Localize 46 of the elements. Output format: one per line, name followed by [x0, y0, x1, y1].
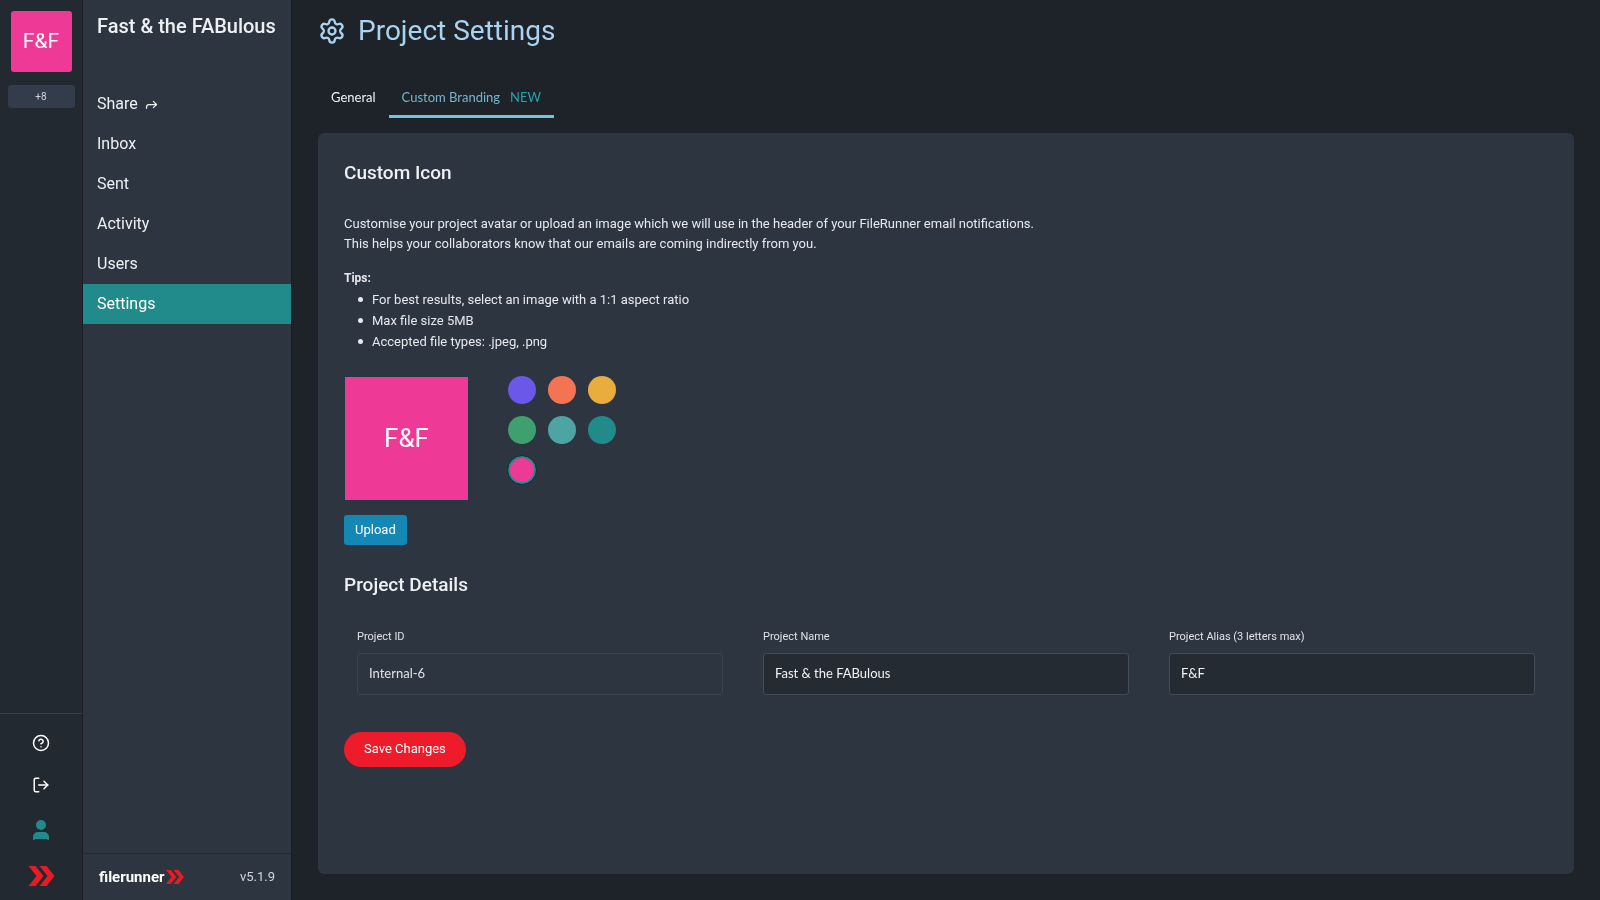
- color-swatch[interactable]: [588, 375, 616, 404]
- more-projects-button[interactable]: +8: [7, 85, 75, 108]
- input-field[interactable]: F&F: [1169, 652, 1535, 695]
- color-swatch[interactable]: [548, 415, 576, 444]
- settings-icon: [318, 17, 346, 45]
- bullet-icon: [358, 296, 363, 302]
- help-icon[interactable]: [32, 734, 50, 752]
- brand-wordmark: filerunner: [99, 866, 165, 888]
- sidebar-item[interactable]: Inbox: [83, 124, 291, 164]
- field-label: Project Alias (3 letters max): [1169, 629, 1306, 645]
- chevrons-logo-icon: [27, 866, 55, 886]
- tips-label: Tips:: [344, 269, 372, 287]
- upload-button[interactable]: Upload: [344, 514, 407, 545]
- color-swatch[interactable]: [588, 415, 616, 444]
- sidebar-item[interactable]: Users: [83, 244, 291, 284]
- description-text: This helps your collaborators know that our emails are coming indirectly from you.: [344, 235, 818, 252]
- bullet-icon: [358, 317, 363, 323]
- section-heading: Project Details: [344, 571, 469, 598]
- tab[interactable]: Custom Branding NEW: [388, 80, 554, 118]
- tab[interactable]: General: [318, 80, 389, 118]
- logout-icon[interactable]: [32, 776, 50, 794]
- new-label: NEW: [510, 87, 541, 107]
- project-avatar[interactable]: F&F: [10, 11, 72, 72]
- icon-preview: F&F: [344, 375, 469, 501]
- color-swatch[interactable]: [548, 375, 576, 404]
- sidebar-item[interactable]: Sent: [83, 164, 291, 204]
- description-text: Customise your project avatar or upload an image which we will use in the header of your FileRunner email notifications.: [344, 215, 1035, 232]
- save-changes-button[interactable]: Save Changes: [344, 731, 466, 767]
- field-label: Project Name: [763, 629, 831, 645]
- section-heading: Custom Icon: [344, 160, 453, 186]
- tip-text: For best results, select an image with a 1:1 aspect ratio: [372, 290, 690, 308]
- page-title: Project Settings: [358, 13, 556, 49]
- sidebar-item[interactable]: Settings: [83, 284, 291, 324]
- color-swatch[interactable]: [508, 455, 536, 484]
- version-label: v5.1.9: [239, 868, 275, 887]
- field-label: Project ID: [357, 629, 406, 645]
- color-swatch[interactable]: [508, 415, 536, 444]
- project-name: Fast & the FABulous: [96, 13, 277, 39]
- color-swatch[interactable]: [508, 375, 536, 404]
- sidebar-item[interactable]: Activity: [83, 204, 291, 244]
- brand-chevrons-icon: [165, 870, 184, 884]
- tip-text: Accepted file types: .jpeg, .png: [372, 332, 548, 350]
- input-field[interactable]: Fast & the FABulous: [763, 652, 1129, 695]
- sidebar-item[interactable]: Share: [83, 84, 291, 124]
- tip-text: Max file size 5MB: [372, 311, 474, 329]
- bullet-icon: [358, 338, 363, 344]
